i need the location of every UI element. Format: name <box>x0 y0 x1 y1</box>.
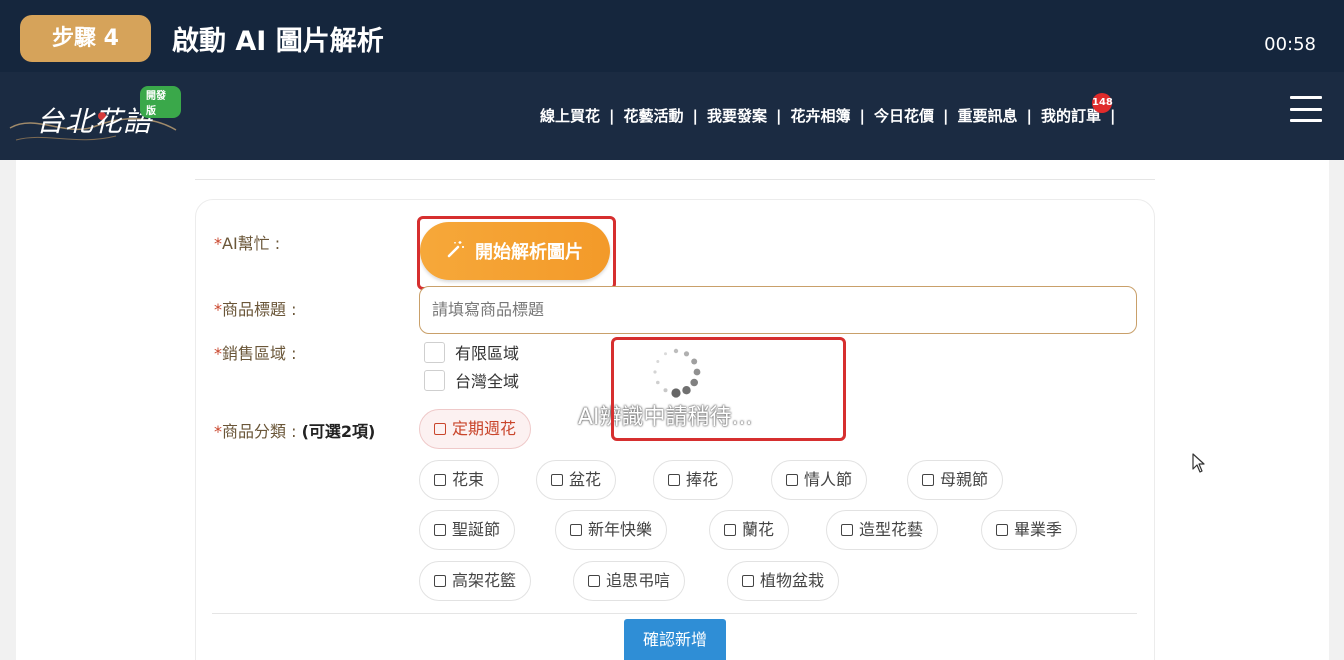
region-limited-checkbox[interactable] <box>424 341 445 363</box>
category-chip-orchid[interactable]: 蘭花 <box>709 510 790 550</box>
ai-help-label: *AI幫忙 : <box>214 234 281 253</box>
category-chip-condolence[interactable]: 追思弔唁 <box>573 561 686 601</box>
region-taiwan-checkbox[interactable] <box>424 369 445 391</box>
product-category-label: *商品分類 : (可選2項) <box>214 422 376 441</box>
step-title: 啟動 AI 圖片解析 <box>172 26 384 57</box>
divider <box>212 613 1137 614</box>
nav-my-orders[interactable]: 我的訂單 148 <box>1032 93 1113 128</box>
region-limited-label: 有限區域 <box>455 344 520 363</box>
region-option-limited[interactable]: 有限區域 <box>424 340 519 364</box>
logo-text: 台北花語 <box>36 105 153 138</box>
category-chip-weekly-flowers[interactable]: 定期週花 <box>419 409 532 449</box>
product-title-label: *商品標題 : <box>214 300 297 319</box>
category-chip-potted-flowers[interactable]: 盆花 <box>536 460 617 500</box>
category-chip-bouquet[interactable]: 花束 <box>419 460 500 500</box>
orders-count-badge: 148 <box>1092 93 1113 113</box>
region-taiwan-label: 台灣全域 <box>455 372 520 391</box>
video-timestamp: 00:58 <box>1264 34 1316 55</box>
hamburger-menu-icon[interactable] <box>1290 96 1322 122</box>
category-chip-floral-design[interactable]: 造型花藝 <box>826 510 939 550</box>
category-chip-new-year[interactable]: 新年快樂 <box>555 510 668 550</box>
site-header: 台北花語 開發版 線上買花 | 花藝活動 | 我要發案 | 花卉相簿 | 今日花… <box>0 72 1344 160</box>
mouse-cursor-icon <box>1192 453 1205 473</box>
nav-post-project[interactable]: 我要發案 <box>698 104 776 128</box>
divider <box>195 179 1155 180</box>
nav-separator: | <box>1110 107 1116 125</box>
category-chip-bridal-bouquet[interactable]: 捧花 <box>653 460 734 500</box>
nav-flower-album[interactable]: 花卉相簿 <box>782 104 860 128</box>
nav-flower-events[interactable]: 花藝活動 <box>615 104 693 128</box>
category-hint: (可選2項) <box>301 422 376 441</box>
category-chip-flower-stand[interactable]: 高架花籃 <box>419 561 532 601</box>
category-chip-valentines[interactable]: 情人節 <box>771 460 868 500</box>
region-option-taiwan[interactable]: 台灣全域 <box>424 368 519 392</box>
step-badge: 步驟 4 <box>20 15 151 62</box>
category-chip-potted-plants[interactable]: 植物盆栽 <box>727 561 840 601</box>
category-chip-mothers-day[interactable]: 母親節 <box>907 460 1004 500</box>
category-chip-christmas[interactable]: 聖誕節 <box>419 510 516 550</box>
dev-version-badge: 開發版 <box>140 86 181 118</box>
category-chip-graduation[interactable]: 畢業季 <box>981 510 1078 550</box>
confirm-add-button[interactable]: 確認新增 <box>624 619 726 660</box>
nav-buy-flowers[interactable]: 線上買花 <box>531 104 609 128</box>
site-logo[interactable]: 台北花語 開發版 <box>6 78 181 156</box>
main-nav: 線上買花 | 花藝活動 | 我要發案 | 花卉相簿 | 今日花價 | 重要訊息 … <box>531 93 1116 128</box>
nav-today-prices[interactable]: 今日花價 <box>865 104 943 128</box>
highlight-box-ai-button <box>417 216 616 290</box>
product-title-input[interactable]: 請填寫商品標題 <box>419 286 1137 334</box>
highlight-box-loading <box>611 337 846 441</box>
nav-my-orders-label: 我的訂單 <box>1041 107 1102 125</box>
nav-important-news[interactable]: 重要訊息 <box>949 104 1027 128</box>
sales-region-label: *銷售區域 : <box>214 344 297 363</box>
